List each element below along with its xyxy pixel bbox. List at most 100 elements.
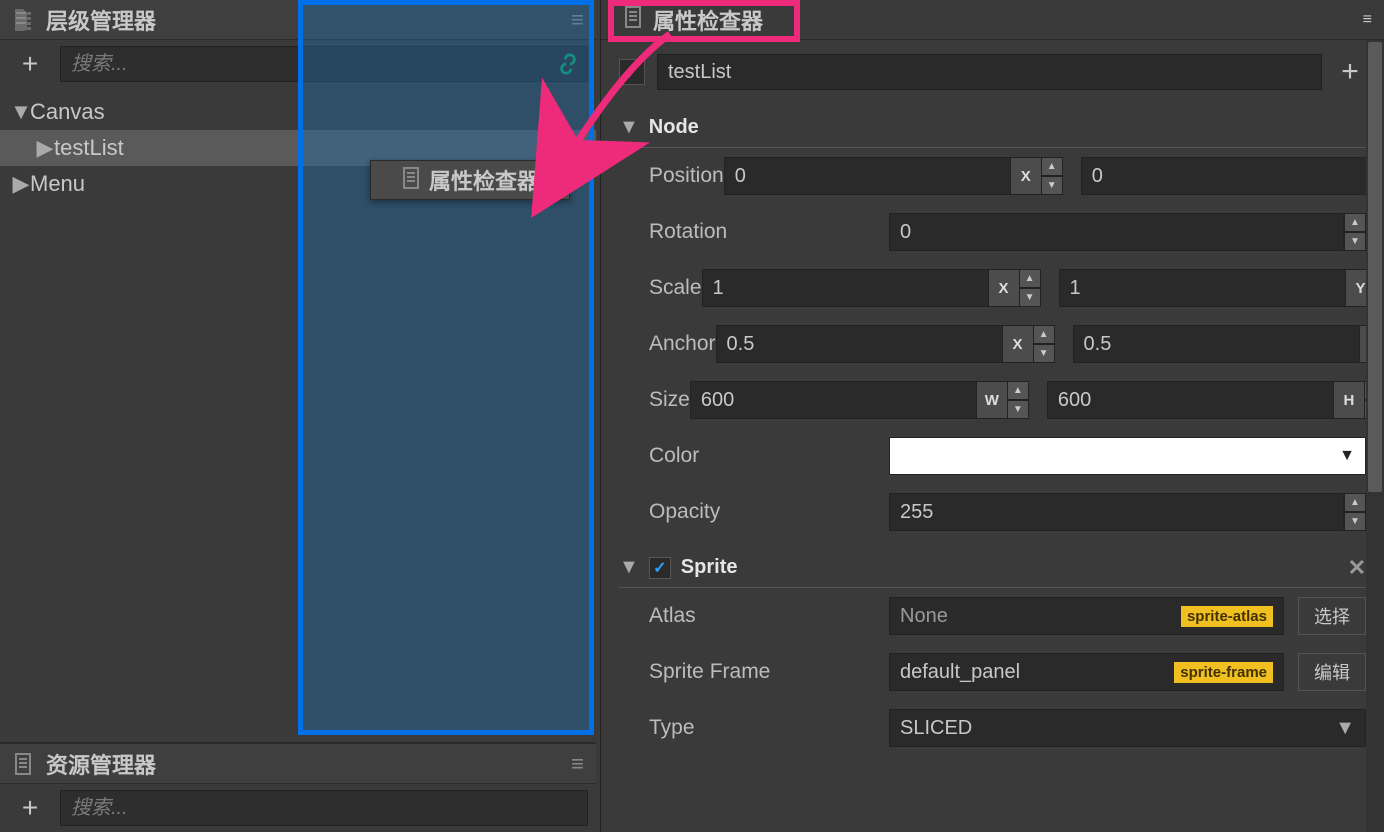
caret-right-icon: ▶	[12, 171, 30, 197]
spinner[interactable]: ▲▼	[1041, 157, 1063, 195]
prop-label: Scale	[619, 276, 702, 300]
prop-label: Rotation	[619, 220, 889, 244]
tree-item-label: testList	[54, 135, 124, 161]
color-picker[interactable]: ▼	[889, 437, 1366, 475]
scale-x-input[interactable]	[702, 269, 989, 307]
position-y-input[interactable]	[1081, 157, 1368, 195]
hierarchy-search-input[interactable]	[71, 53, 577, 76]
prop-atlas: Atlas None sprite-atlas 选择	[619, 588, 1366, 644]
hierarchy-search	[60, 46, 588, 82]
hierarchy-panel: 层级管理器 ≡ + ▼ Canvas ▶ testList ▶ M	[0, 0, 596, 742]
prop-anchor: Anchor X▲▼ Y▲▼	[619, 316, 1366, 372]
size-w-input[interactable]	[690, 381, 977, 419]
type-dropdown[interactable]: SLICED ▼	[889, 709, 1366, 747]
inspector-panel: 属性检查器 ≡ ✓ + ▼ Node Position X▲▼ Y▲▼ Rota…	[600, 0, 1384, 832]
caret-right-icon: ▶	[36, 135, 54, 161]
drag-ghost-panel: 属性检查器	[370, 160, 570, 200]
inspector-title: 属性检查器	[653, 4, 763, 36]
hierarchy-menu-button[interactable]: ≡	[571, 7, 584, 33]
node-name-row: ✓ +	[601, 40, 1384, 104]
prop-label: Type	[619, 716, 889, 740]
assets-search	[60, 790, 588, 826]
caret-down-icon: ▼	[619, 116, 639, 139]
assets-title: 资源管理器	[46, 748, 156, 780]
axis-h-label: H	[1334, 381, 1364, 419]
spinner[interactable]: ▲▼	[1019, 269, 1041, 307]
link-icon[interactable]	[557, 53, 579, 81]
assets-panel: 资源管理器 ≡ +	[0, 742, 596, 832]
spinner[interactable]: ▲▼	[1344, 213, 1366, 251]
hierarchy-title: 层级管理器	[46, 4, 156, 36]
section-sprite-label: Sprite	[681, 556, 738, 579]
prop-size: Size W▲▼ H▲▼	[619, 372, 1366, 428]
node-name-input[interactable]	[657, 54, 1322, 90]
scale-y-input[interactable]	[1059, 269, 1346, 307]
caret-down-icon: ▼	[1335, 717, 1355, 740]
assets-icon	[12, 753, 34, 775]
hierarchy-header: 层级管理器 ≡	[0, 0, 596, 40]
hierarchy-toolbar: +	[0, 40, 596, 88]
section-node-label: Node	[649, 116, 699, 139]
prop-type: Type SLICED ▼	[619, 700, 1366, 756]
atlas-value: None	[900, 605, 948, 628]
prop-label: Opacity	[619, 500, 889, 524]
tree-item-canvas[interactable]: ▼ Canvas	[0, 94, 596, 130]
sprite-frame-value: default_panel	[900, 661, 1020, 684]
prop-label: Anchor	[619, 332, 716, 356]
atlas-field[interactable]: None sprite-atlas	[889, 597, 1284, 635]
spinner[interactable]: ▲▼	[1344, 493, 1366, 531]
assets-search-input[interactable]	[71, 797, 577, 820]
spinner[interactable]: ▲▼	[1007, 381, 1029, 419]
check-icon: ✓	[624, 60, 641, 85]
inspector-header: 属性检查器 ≡	[601, 0, 1384, 40]
assets-add-button[interactable]: +	[8, 790, 52, 826]
hierarchy-icon	[12, 9, 34, 31]
prop-label: Color	[619, 444, 889, 468]
spinner[interactable]: ▲▼	[1033, 325, 1055, 363]
prop-color: Color ▼	[619, 428, 1366, 484]
prop-opacity: Opacity ▲▼	[619, 484, 1366, 540]
prop-label: Size	[619, 388, 690, 412]
add-component-button[interactable]: +	[1334, 55, 1366, 89]
check-icon: ✓	[653, 558, 666, 578]
rotation-input[interactable]	[889, 213, 1344, 251]
axis-x-label: X	[1011, 157, 1041, 195]
section-sprite: ▼ ✓ Sprite ✕ Atlas None sprite-atlas 选择 …	[601, 544, 1384, 760]
node-enabled-checkbox[interactable]: ✓	[619, 59, 645, 85]
assets-header: 资源管理器 ≡	[0, 744, 596, 784]
hierarchy-add-button[interactable]: +	[8, 46, 52, 82]
sprite-frame-field[interactable]: default_panel sprite-frame	[889, 653, 1284, 691]
sprite-frame-tag: sprite-frame	[1174, 662, 1273, 683]
inspector-menu-button[interactable]: ≡	[1363, 11, 1372, 29]
caret-down-icon: ▼	[1339, 447, 1355, 465]
prop-scale: Scale X▲▼ Y▲▼	[619, 260, 1366, 316]
caret-down-icon: ▼	[619, 556, 639, 579]
prop-sprite-frame: Sprite Frame default_panel sprite-frame …	[619, 644, 1366, 700]
caret-down-icon: ▼	[12, 99, 30, 125]
axis-w-label: W	[977, 381, 1007, 419]
inspector-scrollbar[interactable]	[1366, 40, 1384, 832]
sprite-frame-edit-button[interactable]: 编辑	[1298, 653, 1366, 691]
remove-component-button[interactable]: ✕	[1348, 555, 1366, 581]
prop-label: Position	[619, 164, 724, 188]
sprite-enabled-checkbox[interactable]: ✓	[649, 557, 671, 579]
prop-label: Sprite Frame	[619, 660, 889, 684]
anchor-y-input[interactable]	[1073, 325, 1360, 363]
opacity-input[interactable]	[889, 493, 1344, 531]
size-h-input[interactable]	[1047, 381, 1334, 419]
scrollbar-thumb[interactable]	[1368, 42, 1382, 492]
prop-rotation: Rotation ▲▼	[619, 204, 1366, 260]
section-node-header[interactable]: ▼ Node	[619, 108, 1366, 148]
section-sprite-header[interactable]: ▼ ✓ Sprite ✕	[619, 548, 1366, 588]
atlas-select-button[interactable]: 选择	[1298, 597, 1366, 635]
axis-x-label: X	[989, 269, 1019, 307]
anchor-x-input[interactable]	[716, 325, 1003, 363]
assets-menu-button[interactable]: ≡	[571, 751, 584, 777]
inspector-icon	[623, 6, 643, 33]
section-node: ▼ Node Position X▲▼ Y▲▼ Rotation ▲▼ Scal…	[601, 104, 1384, 544]
atlas-tag: sprite-atlas	[1181, 606, 1273, 627]
assets-toolbar: +	[0, 784, 596, 832]
position-x-input[interactable]	[724, 157, 1011, 195]
axis-x-label: X	[1003, 325, 1033, 363]
inspector-icon	[401, 167, 421, 194]
